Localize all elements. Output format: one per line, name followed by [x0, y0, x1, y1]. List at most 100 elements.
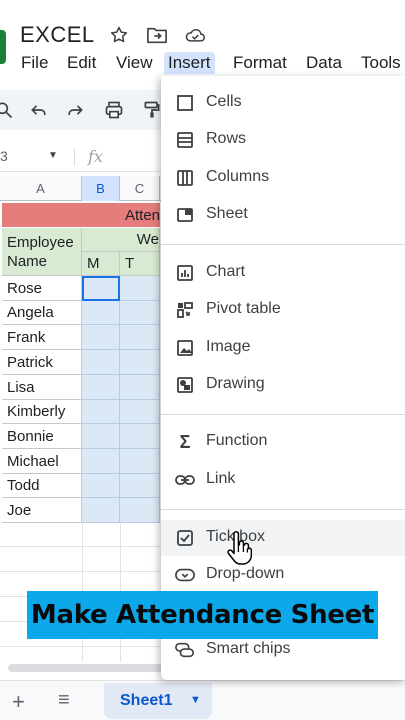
- document-title[interactable]: EXCEL: [20, 22, 95, 48]
- move-to-folder-icon[interactable]: [146, 24, 168, 46]
- attendance-cell[interactable]: [82, 424, 120, 449]
- employee-name-cell[interactable]: Kimberly: [2, 400, 82, 424]
- rows-icon: [175, 130, 195, 150]
- menu-data[interactable]: Data: [302, 52, 346, 74]
- attendance-cell[interactable]: [82, 474, 120, 498]
- attendance-cell[interactable]: [120, 498, 160, 523]
- attendance-cell[interactable]: [82, 449, 120, 474]
- menu-insert[interactable]: Insert: [164, 52, 215, 74]
- name-box-dropdown-icon[interactable]: ▼: [48, 150, 58, 161]
- column-header-a[interactable]: A: [0, 176, 82, 201]
- insert-link-label: Link: [206, 470, 236, 487]
- insert-sheet-item[interactable]: Sheet: [161, 197, 405, 233]
- menu-bar: File Edit View Insert Format Data Tools: [0, 52, 405, 76]
- all-sheets-button[interactable]: ≡: [58, 689, 70, 712]
- insert-drawing-item[interactable]: Drawing: [161, 367, 405, 403]
- redo-icon[interactable]: [63, 98, 87, 122]
- attendance-cell[interactable]: [120, 350, 160, 375]
- employee-name-cell[interactable]: Rose: [2, 276, 82, 301]
- link-icon: [175, 470, 195, 490]
- add-sheet-button[interactable]: +: [12, 689, 25, 715]
- fx-label: fx: [88, 147, 103, 166]
- attendance-cell[interactable]: [120, 424, 160, 449]
- employee-name-cell[interactable]: Patrick: [2, 350, 82, 375]
- employee-name-cell[interactable]: Lisa: [2, 375, 82, 400]
- column-header-b[interactable]: B: [82, 176, 120, 201]
- horizontal-scrollbar[interactable]: [8, 664, 163, 672]
- selected-cell-b3[interactable]: [82, 276, 120, 301]
- employee-name-cell[interactable]: Angela: [2, 301, 82, 325]
- insert-pivot-table-item[interactable]: Pivot table: [161, 292, 405, 328]
- insert-cells-label: Cells: [206, 93, 242, 110]
- insert-function-label: Function: [206, 432, 268, 449]
- attendance-cell[interactable]: [120, 474, 160, 498]
- sheet-tab-sheet1[interactable]: Sheet1 ▼: [104, 683, 212, 719]
- menu-format[interactable]: Format: [229, 52, 291, 74]
- sheet-tab-label: Sheet1: [120, 692, 173, 709]
- week-header[interactable]: We: [82, 228, 160, 252]
- attendance-cell[interactable]: [82, 498, 120, 523]
- gridline: [0, 571, 160, 572]
- insert-menu-dropdown: Cells Rows Columns Sheet Chart Pivot tab…: [161, 76, 405, 680]
- menu-file[interactable]: File: [17, 52, 52, 74]
- caption-text: Make Attendance Sheet: [30, 600, 375, 630]
- menu-tools[interactable]: Tools: [357, 52, 405, 74]
- employee-name-cell[interactable]: Bonnie: [2, 424, 82, 449]
- week-header-text: We: [136, 231, 159, 248]
- smart-chips-icon: [175, 640, 195, 660]
- employee-name-cell[interactable]: Michael: [2, 449, 82, 474]
- insert-chart-item[interactable]: Chart: [161, 255, 405, 291]
- menu-view[interactable]: View: [112, 52, 157, 74]
- employee-name-header[interactable]: Employee Name: [2, 228, 82, 276]
- chart-icon: [175, 263, 195, 283]
- drawing-icon: [175, 375, 195, 395]
- attendance-cell[interactable]: [120, 301, 160, 325]
- gridline: [0, 546, 160, 547]
- insert-chart-label: Chart: [206, 263, 246, 280]
- employee-name-cell[interactable]: Joe: [2, 498, 82, 523]
- insert-tick-box-item[interactable]: Tick box: [161, 520, 405, 556]
- function-sigma-icon: Σ: [179, 431, 191, 452]
- attendance-cell[interactable]: [82, 400, 120, 424]
- sheet-tab-dropdown-icon[interactable]: ▼: [190, 694, 201, 706]
- day-header-m[interactable]: M: [82, 252, 120, 276]
- insert-pivot-table-label: Pivot table: [206, 300, 281, 317]
- attendance-cell[interactable]: [120, 375, 160, 400]
- column-header-c[interactable]: C: [120, 176, 160, 201]
- menu-edit[interactable]: Edit: [63, 52, 100, 74]
- insert-rows-item[interactable]: Rows: [161, 122, 405, 158]
- menu-separator: [161, 244, 405, 245]
- attendance-cell[interactable]: [120, 400, 160, 424]
- attendance-cell[interactable]: [82, 350, 120, 375]
- insert-image-item[interactable]: Image: [161, 330, 405, 366]
- search-icon[interactable]: [0, 98, 16, 122]
- star-icon[interactable]: [108, 24, 130, 46]
- day-header-t[interactable]: T: [120, 252, 160, 276]
- insert-function-item[interactable]: Σ Function: [161, 424, 405, 460]
- attendance-cell[interactable]: [120, 276, 160, 301]
- attendance-cell[interactable]: [82, 375, 120, 400]
- image-icon: [175, 338, 195, 358]
- attendance-cell[interactable]: [82, 301, 120, 325]
- attendance-cell[interactable]: [120, 449, 160, 474]
- columns-icon: [175, 168, 195, 188]
- insert-drop-down-item[interactable]: Drop-down: [161, 557, 405, 593]
- title-banner-text: Atten: [125, 207, 161, 224]
- employee-name-cell[interactable]: Todd: [2, 474, 82, 498]
- employee-name-cell[interactable]: Frank: [2, 325, 82, 350]
- dropdown-chip-icon: [175, 565, 195, 585]
- attendance-cell[interactable]: [82, 325, 120, 350]
- insert-columns-item[interactable]: Columns: [161, 160, 405, 196]
- name-box[interactable]: 3: [0, 148, 8, 164]
- video-caption-banner: Make Attendance Sheet: [27, 591, 378, 639]
- attendance-cell[interactable]: [120, 325, 160, 350]
- pivot-table-icon: [175, 300, 195, 320]
- insert-cells-item[interactable]: Cells: [161, 85, 405, 121]
- print-icon[interactable]: [102, 98, 126, 122]
- employee-name-header-text: Employee Name: [7, 234, 74, 270]
- insert-rows-label: Rows: [206, 130, 247, 147]
- insert-link-item[interactable]: Link: [161, 462, 405, 498]
- insert-image-label: Image: [206, 338, 251, 355]
- cloud-status-icon[interactable]: [184, 24, 206, 46]
- undo-icon[interactable]: [27, 98, 51, 122]
